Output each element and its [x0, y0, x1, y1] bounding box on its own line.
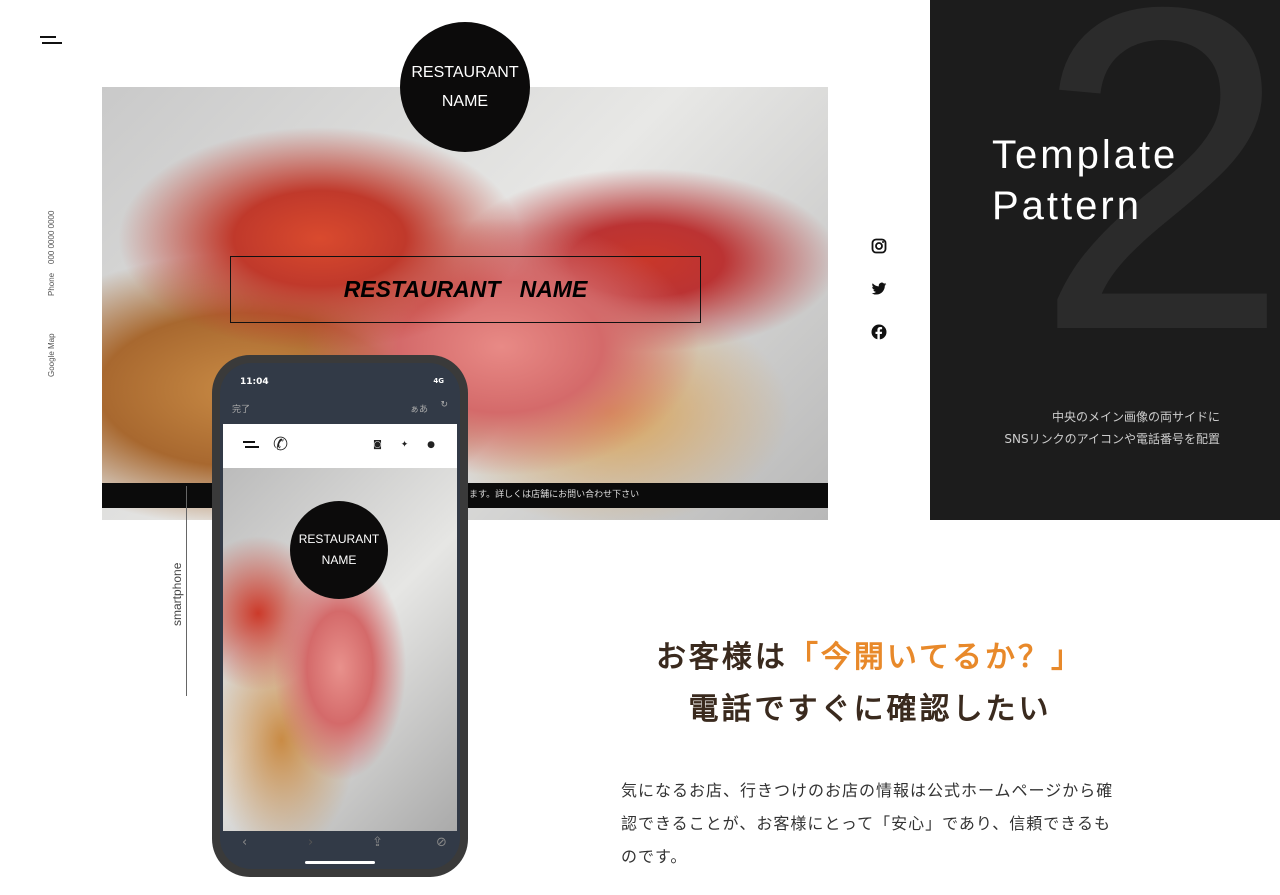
divider-line — [186, 486, 187, 696]
mobile-header: ✆ ◙ ✦ ● — [223, 424, 457, 468]
logo-line2: NAME — [441, 93, 489, 110]
panel-title: Template Pattern — [992, 130, 1178, 232]
panel-caption: 中央のメイン画像の両サイドに SNSリンクのアイコンや電話番号を配置 — [1004, 406, 1220, 450]
title-line2: Pattern — [992, 184, 1142, 228]
caption-line2: SNSリンクのアイコンや電話番号を配置 — [1004, 432, 1220, 446]
body-text: 気になるお店、行きつけのお店の情報は公式ホームページから確認できることが、お客様… — [621, 781, 1114, 866]
phone-number: 000 0000 0000 — [47, 210, 56, 264]
heading-pre: お客様は — [655, 640, 788, 675]
mobile-logo-line2: NAME — [321, 553, 357, 567]
clock: 11:04 — [240, 377, 269, 387]
restaurant-logo[interactable]: RESTAURANT NAME — [400, 22, 530, 152]
caption-line1: 中央のメイン画像の両サイドに — [1051, 410, 1220, 424]
text-size-button[interactable]: ぁあ — [410, 402, 428, 415]
mobile-hero-image: RESTAURANT NAME — [223, 468, 457, 831]
smartphone-label: smartphone — [170, 562, 184, 626]
mobile-logo[interactable]: RESTAURANT NAME — [290, 501, 388, 599]
facebook-icon[interactable] — [870, 324, 888, 342]
twitter-icon[interactable] — [870, 281, 888, 299]
compass-icon[interactable]: ⊘ — [436, 835, 447, 850]
phone-call-icon[interactable]: ✆ — [273, 434, 288, 455]
section-heading: お客様は「今開いてるか？」電話ですぐに確認したい — [600, 632, 1140, 736]
title-line1: Template — [992, 133, 1179, 177]
done-button[interactable]: 完了 — [232, 405, 250, 415]
template-pattern-panel: 2 Template Pattern 中央のメイン画像の両サイドに SNSリンクのア… — [930, 0, 1280, 520]
instagram-icon[interactable] — [870, 238, 888, 256]
home-indicator — [305, 861, 375, 864]
forward-icon[interactable]: › — [308, 835, 313, 850]
phone-link[interactable]: Phone 000 0000 0000 — [47, 211, 56, 296]
google-map-link[interactable]: Google Map — [47, 333, 56, 377]
browser-bar: 完了 ぁあ ↻ — [220, 398, 460, 423]
browser-toolbar: ‹ › ⇪ ⊘ — [220, 831, 460, 869]
sns-icons[interactable]: ◙ ✦ ● — [373, 440, 443, 450]
heading-highlight: 「今開いてるか？」 — [787, 640, 1085, 675]
back-icon[interactable]: ‹ — [242, 835, 247, 850]
heading-line2: 電話ですぐに確認したい — [688, 692, 1052, 727]
phone-label: Phone — [47, 272, 56, 296]
share-icon[interactable]: ⇪ — [372, 835, 383, 850]
reload-icon[interactable]: ↻ — [440, 400, 448, 410]
menu-icon[interactable] — [40, 36, 62, 50]
mobile-logo-line1: RESTAURANT — [298, 532, 380, 546]
smartphone-mockup: 11:04 4G 完了 ぁあ ↻ ✆ ◙ ✦ ● RESTAURANT NAME ‹ ›… — [212, 355, 468, 877]
logo-line1: RESTAURANT — [411, 64, 519, 81]
network: 4G — [433, 377, 444, 385]
hero-title: RESTAURANT NAME — [230, 256, 701, 323]
menu-icon[interactable] — [243, 441, 259, 448]
status-bar: 11:04 4G — [220, 363, 460, 398]
